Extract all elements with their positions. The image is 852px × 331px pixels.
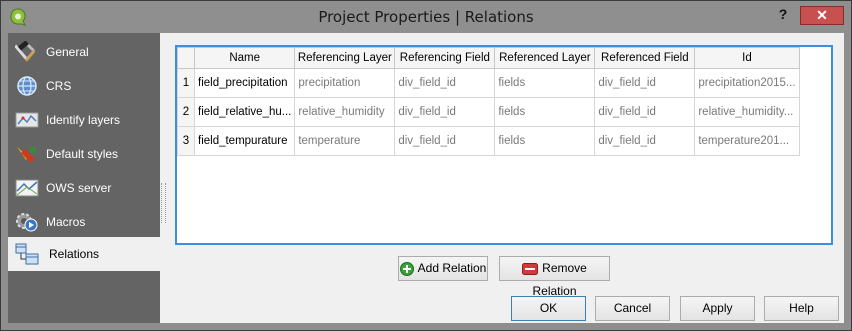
referencing-layer-cell[interactable]: relative_humidity [294, 97, 396, 127]
gear-play-icon [16, 213, 38, 232]
referenced-layer-cell[interactable]: fields [494, 68, 596, 98]
sidebar-item-label: General [46, 45, 89, 59]
sidebar: General CRS Identify layers Default styl… [8, 33, 160, 323]
relation-name-cell[interactable]: field_relative_hu... [193, 97, 296, 127]
sidebar-item-label: CRS [46, 79, 72, 93]
title-bar[interactable]: Project Properties | Relations ? ✕ [1, 1, 851, 33]
table-row[interactable]: 3 field_tempurature temperature div_fiel… [177, 126, 800, 156]
relation-id-cell[interactable]: relative_humidity... [694, 97, 800, 127]
globe-icon [17, 76, 37, 96]
sidebar-item-label: Macros [46, 215, 86, 229]
sidebar-item-ows-server[interactable]: OWS server [8, 171, 160, 205]
sidebar-item-default-styles[interactable]: Default styles [8, 137, 160, 171]
referenced-layer-cell[interactable]: fields [494, 126, 596, 156]
referencing-field-cell[interactable]: div_field_id [394, 97, 496, 127]
sidebar-splitter-handle[interactable] [161, 183, 166, 223]
referencing-layer-cell[interactable]: temperature [294, 126, 396, 156]
relation-id-cell[interactable]: temperature201... [694, 126, 800, 156]
identify-map-icon [15, 112, 39, 128]
column-header-referenced-field[interactable]: Referenced Field [594, 47, 696, 69]
sidebar-item-label: Default styles [46, 147, 119, 161]
ows-map-icon [15, 179, 39, 197]
ok-button[interactable]: OK [511, 296, 586, 321]
help-button[interactable]: Help [764, 296, 839, 321]
sidebar-item-relations[interactable]: Relations [8, 237, 160, 271]
add-icon [399, 261, 414, 276]
sidebar-item-macros[interactable]: Macros [8, 205, 160, 239]
apply-button[interactable]: Apply [680, 296, 755, 321]
table-row[interactable]: 2 field_relative_hu... relative_humidity… [177, 97, 800, 127]
column-header-referenced-layer[interactable]: Referenced Layer [494, 47, 596, 69]
sidebar-item-label: Relations [49, 247, 100, 261]
relations-table-panel[interactable]: Name Referencing Layer Referencing Field… [175, 45, 833, 245]
remove-icon [522, 262, 539, 275]
paintbrush-icon [17, 147, 36, 163]
relation-name-cell[interactable]: field_precipitation [193, 68, 296, 98]
dialog-body: General CRS Identify layers Default styl… [8, 33, 844, 323]
cancel-button[interactable]: Cancel [595, 296, 670, 321]
referenced-field-cell[interactable]: div_field_id [594, 126, 696, 156]
remove-relation-button[interactable]: Remove Relation [499, 256, 610, 298]
close-button[interactable]: ✕ [800, 6, 844, 25]
column-header-referencing-layer[interactable]: Referencing Layer [294, 47, 396, 69]
table-row[interactable]: 1 field_precipitation precipitation div_… [177, 68, 800, 98]
relations-table-icon [15, 243, 39, 265]
referencing-field-cell[interactable]: div_field_id [394, 68, 496, 98]
sidebar-item-general[interactable]: General [8, 35, 160, 69]
sidebar-item-identify-layers[interactable]: Identify layers [8, 103, 160, 137]
relation-name-cell[interactable]: field_tempurature [193, 126, 296, 156]
referencing-field-cell[interactable]: div_field_id [394, 126, 496, 156]
row-number[interactable]: 2 [177, 97, 195, 127]
relation-id-cell[interactable]: precipitation2015... [694, 68, 800, 98]
sidebar-item-crs[interactable]: CRS [8, 69, 160, 103]
row-number[interactable]: 3 [177, 126, 195, 156]
table-corner[interactable] [177, 47, 195, 69]
title-help-button[interactable]: ? [776, 6, 790, 24]
referenced-layer-cell[interactable]: fields [494, 97, 596, 127]
relations-table: Name Referencing Layer Referencing Field… [177, 47, 800, 156]
table-header-row: Name Referencing Layer Referencing Field… [177, 47, 800, 69]
sidebar-item-label: OWS server [46, 181, 112, 195]
add-relation-label: Add Relation [417, 261, 487, 275]
row-number[interactable]: 1 [177, 68, 195, 98]
referenced-field-cell[interactable]: div_field_id [594, 97, 696, 127]
window-title: Project Properties | Relations [318, 8, 534, 26]
dialog-window: Project Properties | Relations ? ✕ Gener… [0, 0, 852, 331]
referencing-layer-cell[interactable]: precipitation [294, 68, 396, 98]
add-relation-button[interactable]: Add Relation [398, 256, 488, 281]
referenced-field-cell[interactable]: div_field_id [594, 68, 696, 98]
column-header-referencing-field[interactable]: Referencing Field [394, 47, 496, 69]
wrench-hammer-icon [15, 41, 36, 62]
remove-relation-label: Remove Relation [532, 261, 587, 298]
sidebar-item-label: Identify layers [46, 113, 121, 127]
column-header-id[interactable]: Id [694, 47, 800, 69]
column-header-name[interactable]: Name [193, 47, 296, 69]
